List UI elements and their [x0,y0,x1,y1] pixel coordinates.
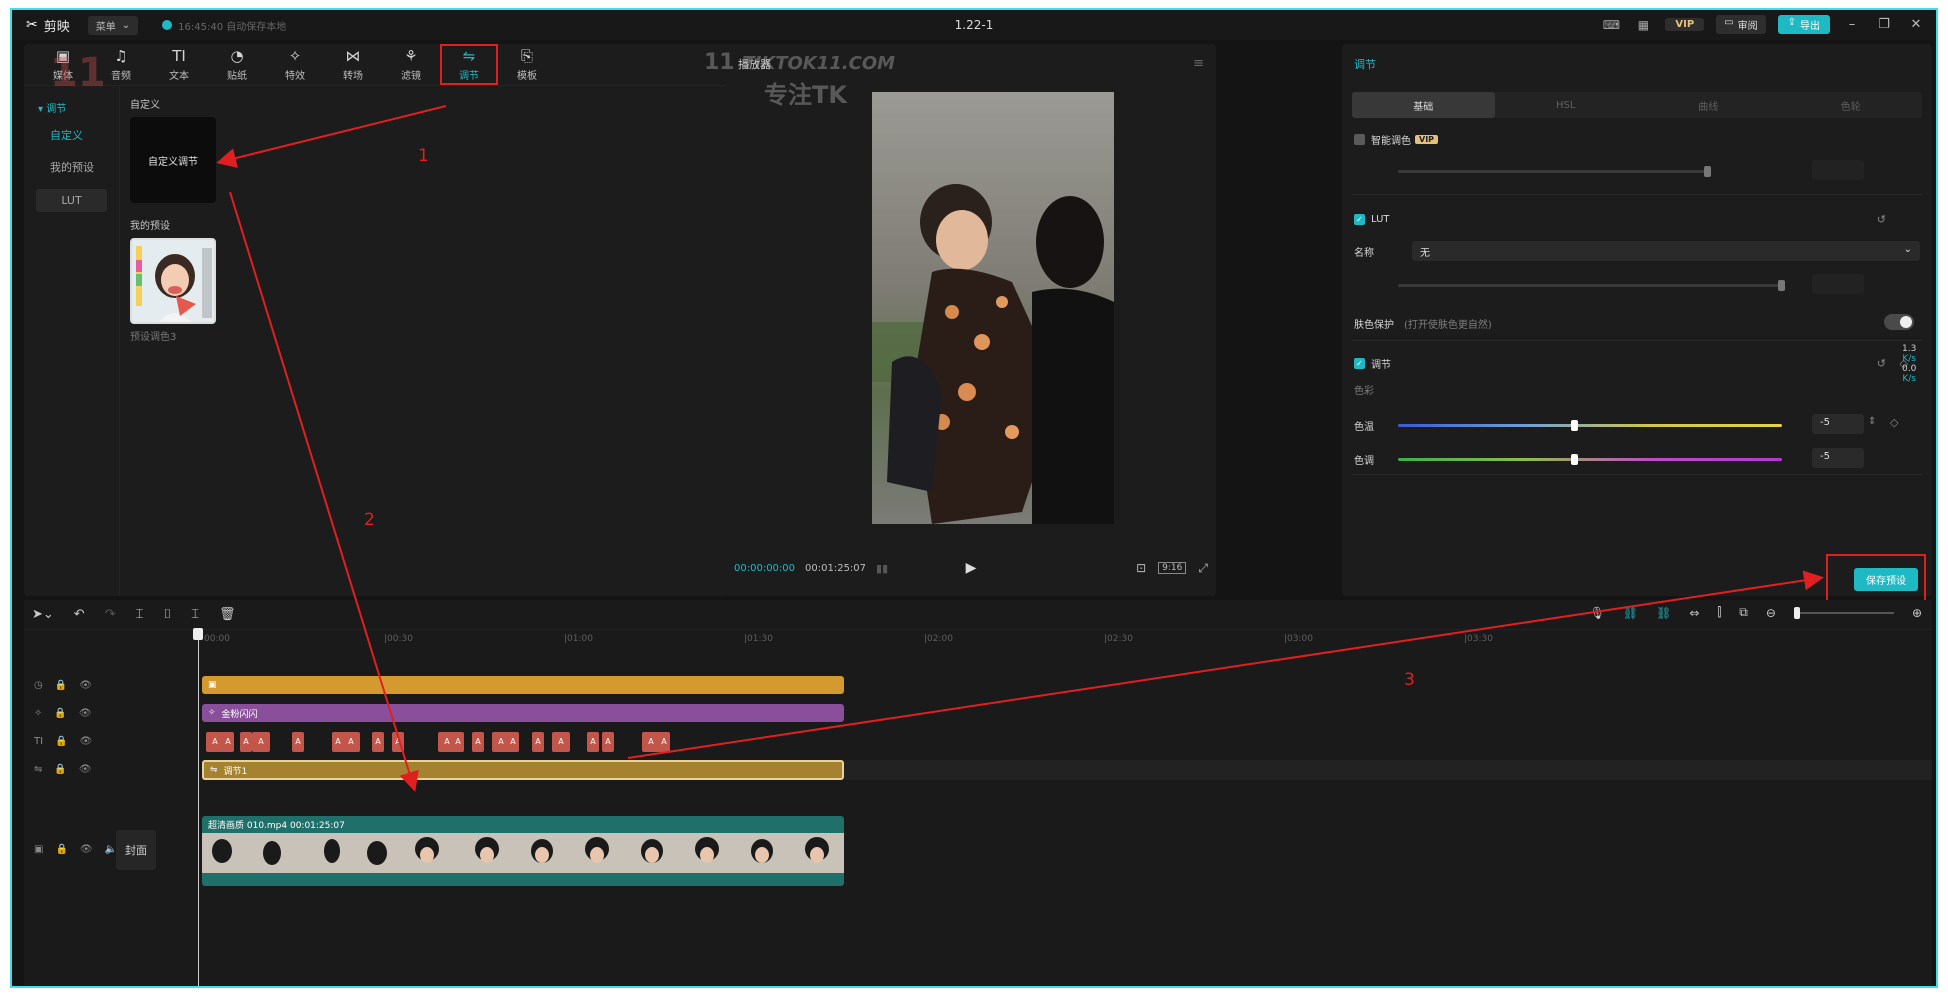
arrow-1 [216,105,447,168]
annotation-label-3: 3 [1404,670,1415,690]
annotation-label-2: 2 [364,510,375,530]
app-window: ✂ 剪映 菜单 ⌄ 16:45:40 自动保存本地 1.22-1 ⌨ ▦ VIP… [10,8,1938,988]
arrow-2 [229,191,419,792]
annotation-arrows [216,105,1824,792]
annotation-label-1: 1 [418,146,429,166]
arrow-3 [627,570,1824,759]
